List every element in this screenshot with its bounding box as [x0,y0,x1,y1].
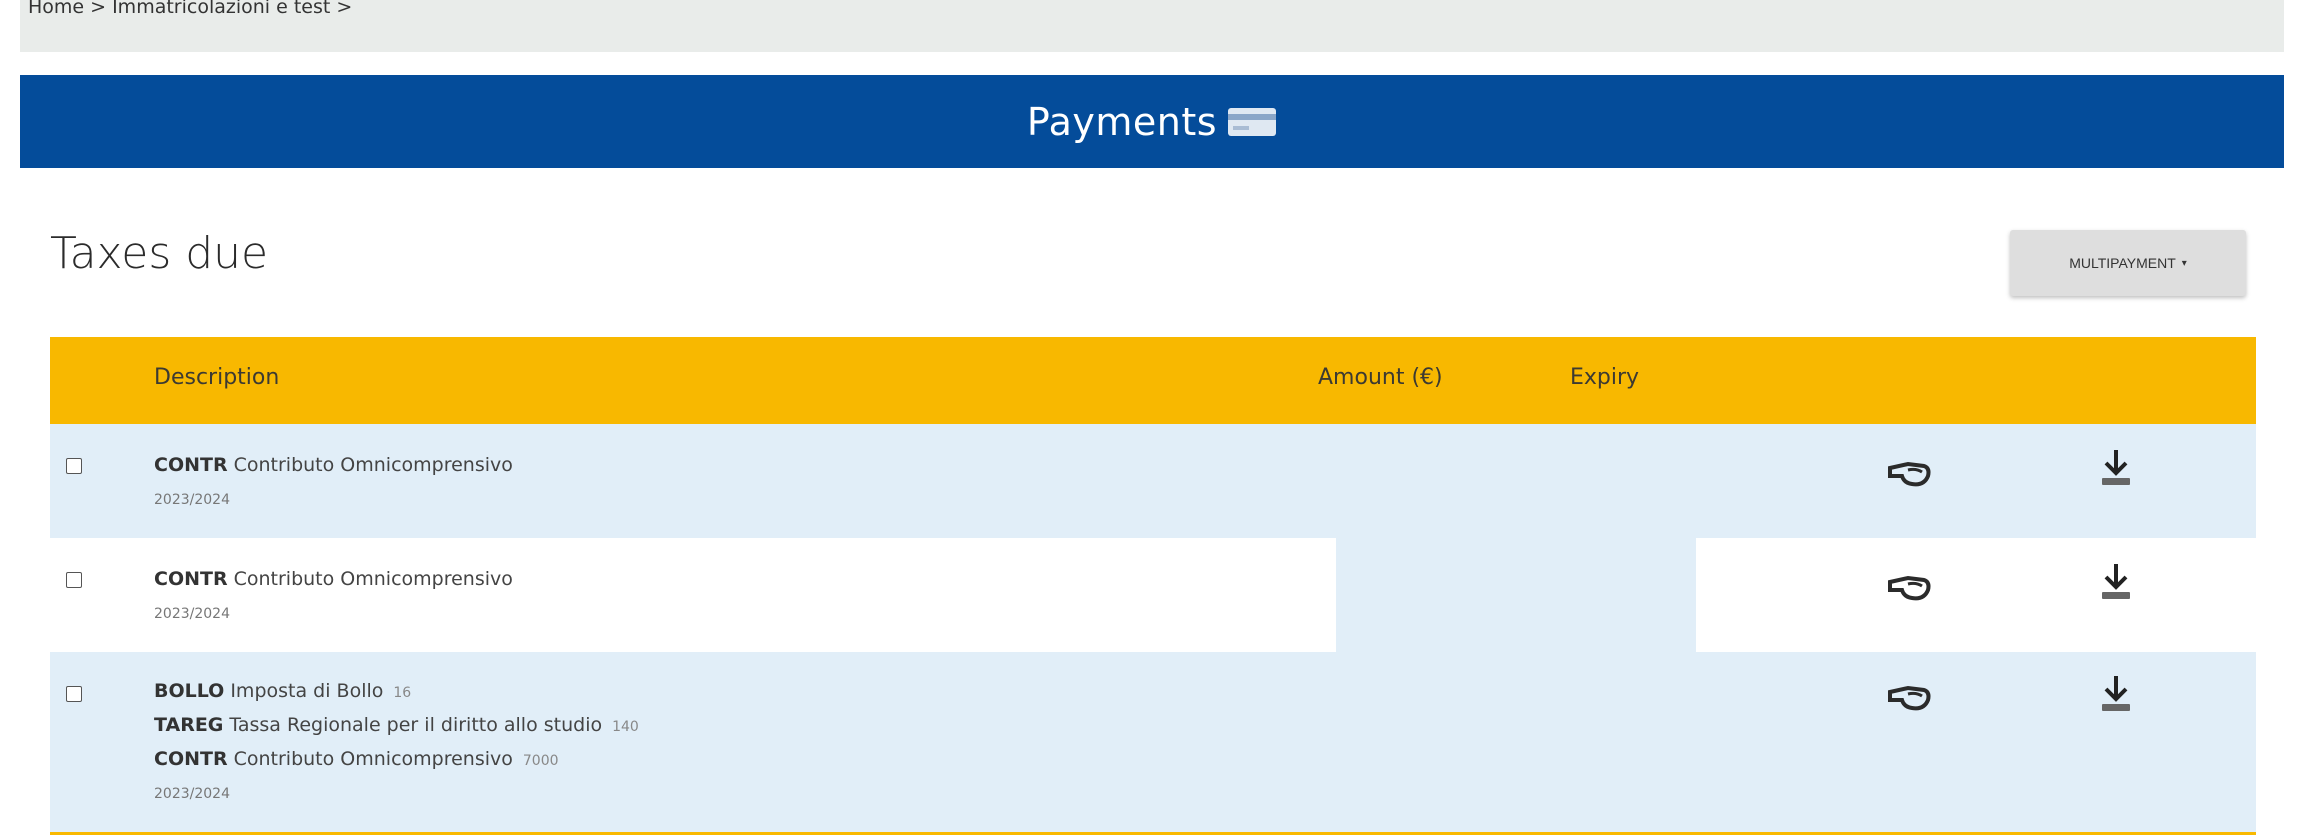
tax-code: CONTR [154,568,228,590]
table-header: Description Amount (€) Expiry [50,337,2256,424]
breadcrumb-home[interactable]: Home > [28,0,106,18]
download-icon[interactable] [2092,674,2140,714]
payments-header: Payments [20,75,2284,168]
amount-expiry-cell [1336,538,1696,652]
row-checkbox[interactable] [66,458,82,474]
table-row: CONTR Contributo Omnicomprensivo 2023/202… [50,424,2256,538]
tax-item: TAREG Tassa Regionale per il diritto allo… [154,714,639,736]
column-amount: Amount (€) [1318,365,1443,390]
column-description: Description [154,365,280,390]
tax-item: BOLLO Imposta di Bollo 16 [154,680,411,702]
tax-code: BOLLO [154,680,225,702]
tax-item: CONTR Contributo Omnicomprensivo [154,568,513,590]
tax-amount: 140 [612,719,639,735]
tax-name: Contributo Omnicomprensivo [233,454,513,476]
multipayment-button[interactable]: MULTIPAYMENT ▾ [2010,230,2246,296]
pay-hand-icon[interactable] [1886,678,1934,718]
table-row: CONTR Contributo Omnicomprensivo 2023/202… [50,538,2256,652]
breadcrumb: Home > Immatricolazioni e test > [28,0,352,18]
taxes-table: Description Amount (€) Expiry CONTR Contr… [50,337,2256,835]
tax-name: Contributo Omnicomprensivo [233,568,513,590]
breadcrumb-section[interactable]: Immatricolazioni e test > [112,0,352,18]
section-title: Taxes due [50,228,269,279]
tax-name: Contributo Omnicomprensivo [233,748,513,770]
credit-card-icon [1228,107,1277,136]
page-title: Payments [1026,99,1218,144]
table-row: BOLLO Imposta di Bollo 16 TAREG Tassa Regio… [50,652,2256,835]
column-expiry: Expiry [1570,365,1640,390]
tax-amount: 7000 [522,753,559,769]
academic-year: 2023/2024 [154,786,230,802]
tax-amount: 16 [393,685,412,701]
row-checkbox[interactable] [66,686,82,702]
download-icon[interactable] [2092,562,2140,602]
academic-year: 2023/2024 [154,492,230,508]
breadcrumb-bar: Home > Immatricolazioni e test > [20,0,2284,52]
academic-year: 2023/2024 [154,606,230,622]
tax-item: CONTR Contributo Omnicomprensivo 7000 [154,748,559,770]
tax-code: TAREG [154,714,224,736]
tax-item: CONTR Contributo Omnicomprensivo [154,454,513,476]
caret-down-icon: ▾ [2181,257,2187,269]
download-icon[interactable] [2092,448,2140,488]
tax-code: CONTR [154,748,228,770]
multipayment-label: MULTIPAYMENT [2069,255,2176,271]
tax-name: Imposta di Bollo [230,680,384,702]
row-checkbox[interactable] [66,572,82,588]
tax-code: CONTR [154,454,228,476]
tax-name: Tassa Regionale per il diritto allo stud… [229,714,603,736]
pay-hand-icon[interactable] [1886,568,1934,608]
pay-hand-icon[interactable] [1886,454,1934,494]
